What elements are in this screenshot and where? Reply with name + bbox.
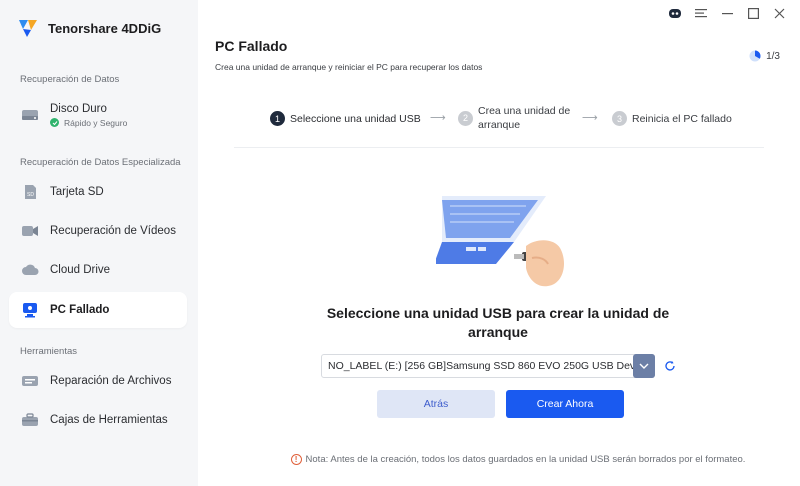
usb-device-select[interactable]: NO_LABEL (E:) [256 GB]Samsung SSD 860 EV… <box>321 354 655 378</box>
sidebar-item-tarjeta-sd[interactable]: SD Tarjeta SD <box>9 176 187 208</box>
app-title: Tenorshare 4DDiG <box>48 20 162 36</box>
step-number: 3 <box>612 111 627 126</box>
arrow-right-icon: ⟶ <box>430 112 446 124</box>
sidebar-item-label: Cloud Drive <box>50 264 111 276</box>
hard-drive-icon <box>21 107 39 123</box>
step-number: 1 <box>270 111 285 126</box>
file-repair-icon <box>21 373 39 389</box>
step-label: Seleccione una unidad USB <box>290 112 421 125</box>
sidebar-item-label: Cajas de Herramientas <box>50 414 168 426</box>
step-counter: 1/3 <box>749 50 780 62</box>
warning-note-text: Nota: Antes de la creación, todos los da… <box>305 454 746 465</box>
cloud-icon <box>21 262 39 278</box>
page-title: PC Fallado <box>215 38 288 54</box>
headline: Seleccione una unidad USB para crear la … <box>326 305 670 340</box>
sidebar-item-cloud-drive[interactable]: Cloud Drive <box>9 254 187 286</box>
assistant-robot-icon[interactable] <box>668 6 682 20</box>
refresh-icon[interactable] <box>663 359 677 373</box>
section-label-data-recovery: Recuperación de Datos <box>20 74 120 85</box>
minimize-icon[interactable] <box>720 6 734 20</box>
window-controls <box>668 6 786 20</box>
sidebar-item-label: Disco Duro <box>50 102 107 115</box>
main-panel: PC Fallado Crea una unidad de arranque y… <box>198 0 800 486</box>
4ddig-logo-icon <box>19 20 37 37</box>
sd-card-icon: SD <box>21 184 39 200</box>
video-icon <box>21 223 39 239</box>
chevron-down-icon[interactable] <box>633 354 655 378</box>
section-label-tools: Herramientas <box>20 346 78 357</box>
warning-icon: ! <box>290 454 302 465</box>
toolbox-icon <box>21 412 39 428</box>
menu-icon[interactable] <box>694 6 708 20</box>
sidebar-item-cajas-herramientas[interactable]: Cajas de Herramientas <box>9 404 187 436</box>
warning-note: ! Nota: Antes de la creación, todos los … <box>248 454 788 465</box>
step-label: Crea una unidad de arranque <box>478 105 571 131</box>
sidebar-item-label: Reparación de Archivos <box>50 375 172 387</box>
sidebar-item-reparacion-archivos[interactable]: Reparación de Archivos <box>9 365 187 397</box>
usb-device-select-value: NO_LABEL (E:) [256 GB]Samsung SSD 860 EV… <box>328 360 649 372</box>
back-button[interactable]: Atrás <box>377 390 495 418</box>
sidebar-item-recuperacion-videos[interactable]: Recuperación de Vídeos <box>9 215 187 247</box>
check-icon <box>50 118 59 127</box>
progress-pie-icon <box>749 50 761 62</box>
sidebar-item-disco-duro[interactable]: Disco Duro Rápido y Seguro <box>9 96 187 134</box>
sidebar-item-label: PC Fallado <box>50 304 110 316</box>
sidebar-item-sublabel: Rápido y Seguro <box>64 117 128 128</box>
step-counter-text: 1/3 <box>766 50 780 62</box>
sidebar-item-sublabel-row: Rápido y Seguro <box>50 118 127 128</box>
divider <box>234 147 764 148</box>
sidebar: Tenorshare 4DDiG Recuperación de Datos D… <box>0 0 198 486</box>
sidebar-item-label: Tarjeta SD <box>50 186 104 198</box>
sidebar-item-pc-fallado[interactable]: PC Fallado <box>9 292 187 328</box>
step-number: 2 <box>458 110 473 126</box>
brand: Tenorshare 4DDiG <box>16 16 161 40</box>
maximize-icon[interactable] <box>746 6 760 20</box>
stepper: 1 Seleccione una unidad USB ⟶ 2 Crea una… <box>270 104 770 134</box>
laptop-usb-illustration-icon <box>436 196 564 287</box>
arrow-right-icon: ⟶ <box>582 112 598 124</box>
step-2: 2 Crea una unidad de arranque <box>458 104 582 132</box>
device-select-row: NO_LABEL (E:) [256 GB]Samsung SSD 860 EV… <box>321 354 677 378</box>
step-label: Reinicia el PC fallado <box>632 112 732 125</box>
step-1: 1 Seleccione una unidad USB <box>270 111 421 126</box>
page-subtitle: Crea una unidad de arranque y reiniciar … <box>215 62 483 72</box>
close-icon[interactable] <box>772 6 786 20</box>
crashed-pc-icon <box>21 302 39 318</box>
sidebar-item-label: Recuperación de Vídeos <box>50 225 176 237</box>
create-now-button[interactable]: Crear Ahora <box>506 390 624 418</box>
step-3: 3 Reinicia el PC fallado <box>612 111 732 126</box>
svg-text:SD: SD <box>27 192 34 198</box>
section-label-specialized-recovery: Recuperación de Datos Especializada <box>20 157 181 168</box>
